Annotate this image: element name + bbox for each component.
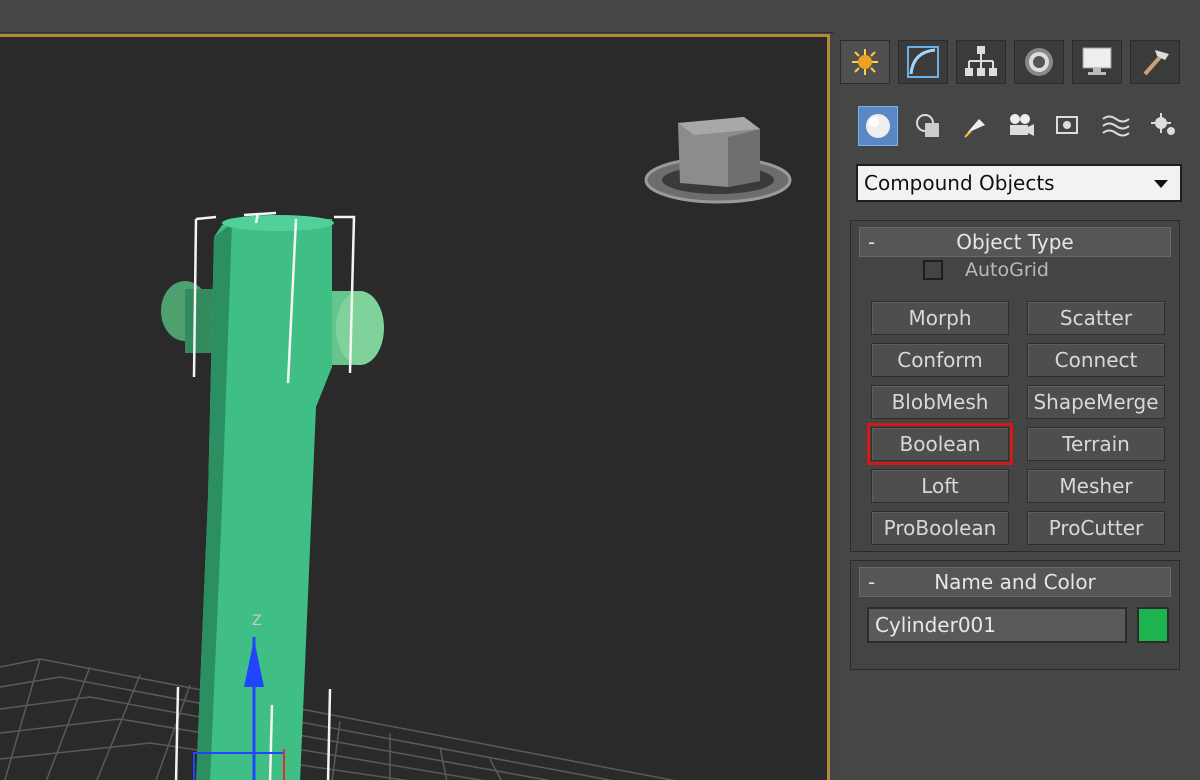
collapse-icon[interactable]: - <box>868 230 875 254</box>
blobmesh-button[interactable]: BlobMesh <box>871 385 1009 419</box>
main-toolbar <box>0 0 1200 33</box>
shapes-icon <box>916 114 939 137</box>
tab-create[interactable] <box>840 40 890 84</box>
geometry-sphere-icon <box>866 114 890 138</box>
object-name-field[interactable]: Cylinder001 <box>867 607 1127 643</box>
procutter-button[interactable]: ProCutter <box>1027 511 1165 545</box>
modify-icon <box>907 46 939 78</box>
tab-utilities[interactable] <box>1130 40 1180 84</box>
shapemerge-button[interactable]: ShapeMerge <box>1027 385 1165 419</box>
category-lights[interactable] <box>956 106 996 146</box>
autogrid-checkbox[interactable] <box>923 260 943 280</box>
object-categories <box>834 102 1200 150</box>
category-dropdown[interactable]: Compound Objects <box>856 164 1182 202</box>
loft-button[interactable]: Loft <box>871 469 1009 503</box>
command-panel-tabs <box>834 32 1200 88</box>
hierarchy-icon <box>965 46 997 76</box>
tab-motion[interactable] <box>1014 40 1064 84</box>
create-icon <box>852 49 878 75</box>
display-icon <box>1082 47 1112 75</box>
name-and-color-rollout-header[interactable]: - Name and Color <box>859 567 1171 597</box>
viewport-scene: Z <box>0 117 792 780</box>
category-cameras[interactable] <box>1000 106 1040 146</box>
name-and-color-rollout: - Name and Color Cylinder001 <box>850 560 1180 670</box>
chevron-down-icon[interactable] <box>1154 180 1168 188</box>
scatter-button[interactable]: Scatter <box>1027 301 1165 335</box>
autogrid-option[interactable]: AutoGrid <box>923 255 1049 285</box>
rollout-title: Object Type <box>956 230 1074 254</box>
space-warps-icon <box>1102 115 1130 137</box>
object-type-rollout-header[interactable]: - Object Type <box>859 227 1171 257</box>
perspective-viewport[interactable]: Z <box>0 34 830 780</box>
gizmo-axis-z-label: Z <box>252 613 262 629</box>
main-column <box>196 215 334 780</box>
autogrid-label: AutoGrid <box>965 259 1049 281</box>
tab-modify[interactable] <box>898 40 948 84</box>
conform-button[interactable]: Conform <box>871 343 1009 377</box>
proboolean-button[interactable]: ProBoolean <box>871 511 1009 545</box>
motion-icon <box>1025 48 1053 76</box>
morph-button[interactable]: Morph <box>871 301 1009 335</box>
category-helpers[interactable] <box>1048 106 1088 146</box>
category-dropdown-value: Compound Objects <box>864 171 1055 195</box>
utilities-icon <box>1143 50 1169 76</box>
terrain-button[interactable]: Terrain <box>1027 427 1165 461</box>
connect-button[interactable]: Connect <box>1027 343 1165 377</box>
tab-hierarchy[interactable] <box>956 40 1006 84</box>
category-geometry[interactable] <box>858 106 898 146</box>
mesher-button[interactable]: Mesher <box>1027 469 1165 503</box>
object-color-swatch[interactable] <box>1137 607 1169 643</box>
cameras-icon <box>1010 114 1034 136</box>
tab-display[interactable] <box>1072 40 1122 84</box>
home-grid <box>0 658 676 780</box>
helpers-icon <box>1056 116 1078 134</box>
collapse-icon[interactable]: - <box>868 570 875 594</box>
rollout-title: Name and Color <box>934 570 1096 594</box>
viewcube[interactable] <box>644 117 792 204</box>
object-name-value: Cylinder001 <box>875 613 996 637</box>
category-shapes[interactable] <box>908 106 948 146</box>
command-panel: Compound Objects - Object Type AutoGrid … <box>834 32 1200 780</box>
boolean-button[interactable]: Boolean <box>867 423 1013 465</box>
systems-icon <box>1151 113 1175 135</box>
lights-icon <box>964 119 985 138</box>
category-space-warps[interactable] <box>1096 106 1136 146</box>
object-type-rollout: - Object Type AutoGrid Morph Scatter Con… <box>850 220 1180 552</box>
category-systems[interactable] <box>1144 106 1184 146</box>
